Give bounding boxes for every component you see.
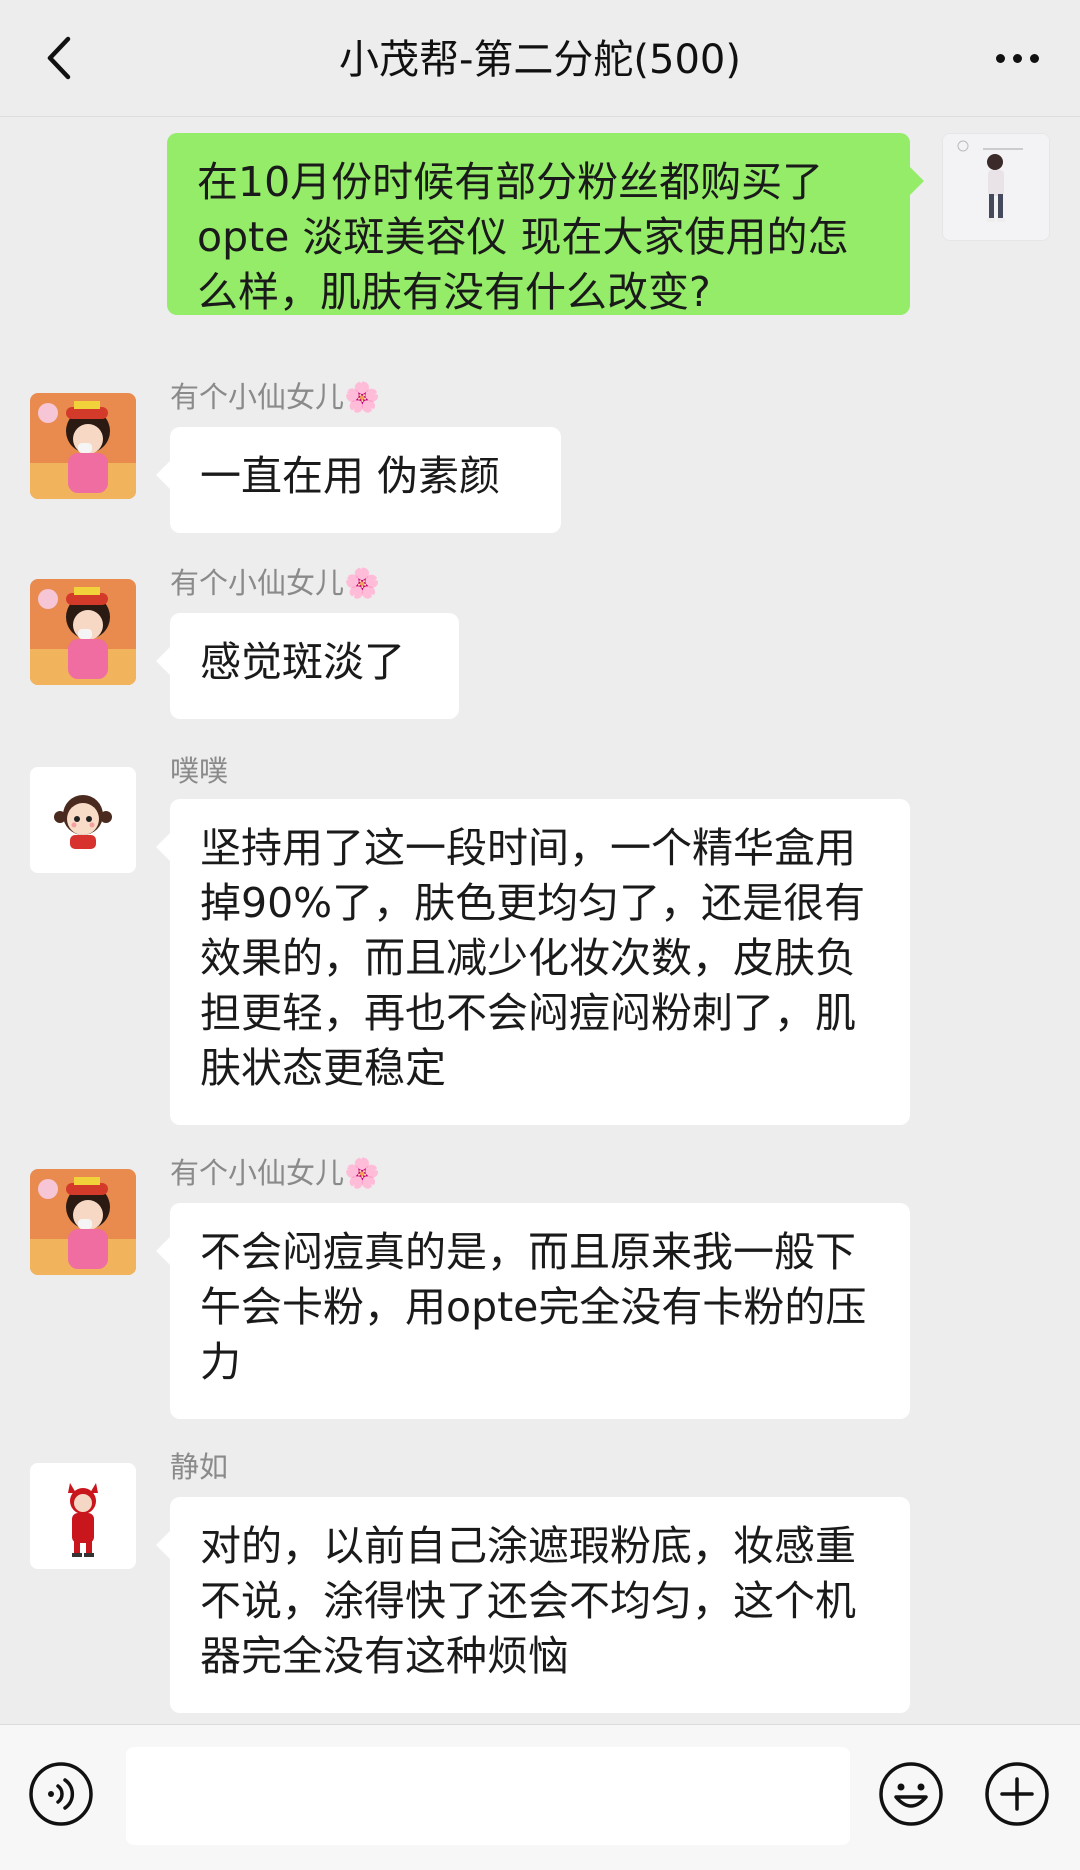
sender-avatar[interactable] <box>30 1169 136 1275</box>
plus-button[interactable] <box>984 1761 1050 1827</box>
emoji-button[interactable] <box>878 1761 944 1827</box>
sender-avatar[interactable] <box>30 767 136 873</box>
more-icon-dot <box>1012 53 1022 63</box>
message-bubble[interactable]: 一直在用 伪素颜 <box>156 427 561 533</box>
sender-name: 有个小仙女儿🌸 <box>170 566 381 600</box>
sender-name: 有个小仙女儿🌸 <box>170 380 381 414</box>
self-avatar[interactable] <box>942 133 1050 241</box>
message-bubble[interactable]: 感觉斑淡了 <box>156 613 459 719</box>
girl-photo-icon <box>943 134 1049 240</box>
child-photo-icon <box>30 393 136 499</box>
message-bubble[interactable]: 坚持用了这一段时间，一个精华盒用掉90%了，肤色更均匀了，还是很有效果的，而且减… <box>156 799 910 1125</box>
chat-title: 小茂帮-第二分舵(500) <box>339 37 741 83</box>
cartoon-devil-icon <box>30 1463 136 1569</box>
voice-button[interactable] <box>28 1761 94 1827</box>
more-icon-dot <box>1029 53 1039 63</box>
chat-header: 小茂帮-第二分舵(500) <box>0 0 1080 117</box>
sender-name: 噗噗 <box>170 754 229 788</box>
message-input[interactable] <box>126 1747 850 1845</box>
sender-avatar[interactable] <box>30 1463 136 1569</box>
input-bar <box>0 1724 1080 1870</box>
sender-avatar[interactable] <box>30 393 136 499</box>
chevron-left-icon <box>47 36 71 80</box>
message-bubble[interactable]: 不会闷痘真的是，而且原来我一般下午会卡粉，用opte完全没有卡粉的压力 <box>156 1203 910 1419</box>
emoji-icon <box>879 1762 943 1826</box>
plus-icon <box>985 1762 1049 1826</box>
message-bubble-self[interactable]: 在10月份时候有部分粉丝都购买了opte 淡斑美容仪 现在大家使用的怎么样，肌肤… <box>167 133 924 316</box>
chat-screen: 小茂帮-第二分舵(500) 在10月份时候有部分粉丝都购买了opte 淡斑美容仪… <box>0 0 1080 1870</box>
more-button[interactable] <box>982 28 1052 88</box>
message-list[interactable]: 在10月份时候有部分粉丝都购买了opte 淡斑美容仪 现在大家使用的怎么样，肌肤… <box>0 117 1080 1724</box>
child-photo-icon <box>30 579 136 685</box>
voice-icon <box>29 1762 93 1826</box>
more-icon <box>995 53 1005 63</box>
sender-avatar[interactable] <box>30 579 136 685</box>
message-bubble[interactable]: 对的，以前自己涂遮瑕粉底，妆感重不说，涂得快了还会不均匀，这个机器完全没有这种烦… <box>156 1497 910 1713</box>
child-photo-icon <box>30 1169 136 1275</box>
sender-name: 有个小仙女儿🌸 <box>170 1156 381 1190</box>
cartoon-girl-icon <box>30 767 136 873</box>
sender-name: 静如 <box>170 1450 229 1484</box>
back-button[interactable] <box>30 28 90 88</box>
